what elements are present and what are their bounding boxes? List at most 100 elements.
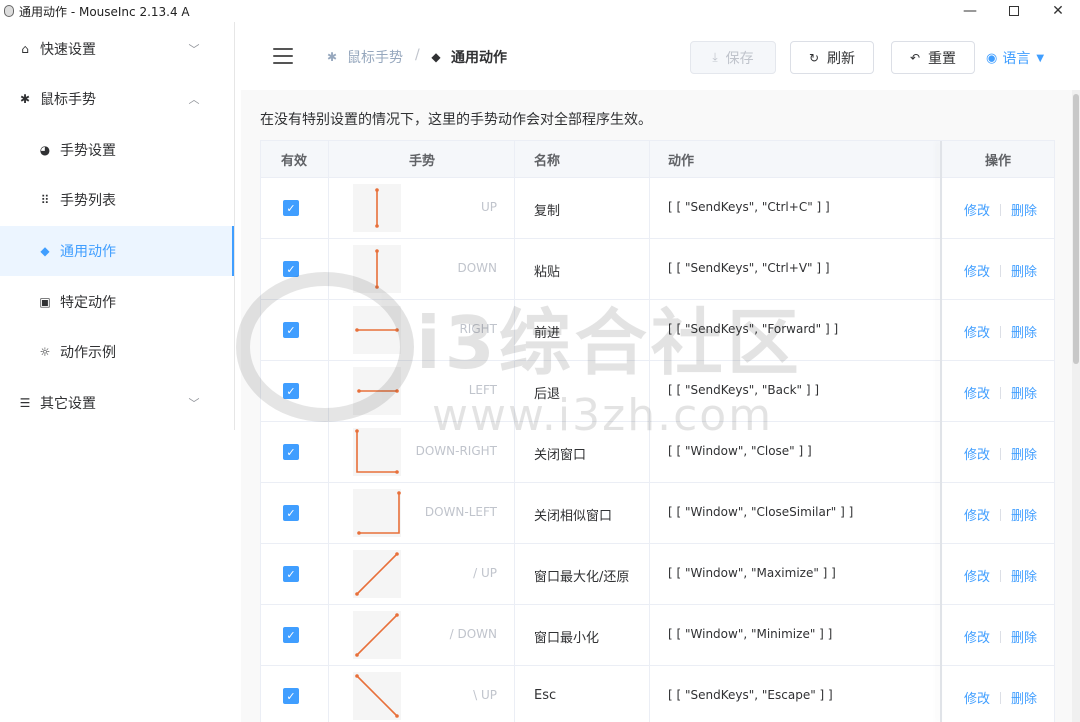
edit-link[interactable]: 修改 [964,261,990,280]
action-name: 后退 [534,387,561,402]
sidebar-item-label: 其它设置 [40,396,96,412]
action-command: [ [ "Window", "Maximize" ] ] [668,566,836,580]
enabled-checkbox[interactable]: ✓ [283,261,299,277]
refresh-button[interactable]: ↻ 刷新 [790,41,874,74]
delete-link[interactable]: 删除 [1011,627,1037,646]
edit-link[interactable]: 修改 [964,627,990,646]
delete-link[interactable]: 删除 [1011,505,1037,524]
download-icon: ⤓ [712,50,718,64]
window-title: 通用动作 - MouseInc 2.13.4 A [19,4,190,19]
minimize-button[interactable]: — [948,0,992,22]
delete-link[interactable]: 删除 [1011,322,1037,341]
sidebar-item-gesture-settings[interactable]: ◕ 手势设置 [0,125,234,175]
sidebar-item-label: 手势列表 [60,193,116,209]
row-ops: 修改 删除 [964,444,1037,463]
gesture-label: / DOWN [449,627,497,641]
sidebar-item-general-actions[interactable]: ◆ 通用动作 [0,226,234,276]
enabled-checkbox[interactable]: ✓ [283,566,299,582]
enabled-checkbox[interactable]: ✓ [283,322,299,338]
enabled-checkbox[interactable]: ✓ [283,688,299,704]
edit-link[interactable]: 修改 [964,322,990,341]
column-header-action: 动作 [668,154,695,169]
action-name: 关闭相似窗口 [534,509,613,524]
sidebar-item-action-examples[interactable]: ☼ 动作示例 [0,327,234,377]
sidebar-item-label: 鼠标手势 [40,92,96,108]
row-ops: 修改 删除 [964,627,1037,646]
chevron-up-icon: ︿ [188,93,200,106]
edit-link[interactable]: 修改 [964,383,990,402]
edit-link[interactable]: 修改 [964,505,990,524]
row-ops: 修改 删除 [964,688,1037,707]
sliders-icon: ☰ [19,396,31,410]
enabled-checkbox[interactable]: ✓ [283,627,299,643]
sidebar-item-label: 通用动作 [60,244,116,260]
column-header-gesture: 手势 [409,154,436,169]
sidebar-item-quick-settings[interactable]: ⌂ 快速设置 ﹀ [0,24,234,74]
action-name: 前进 [534,326,561,341]
page-description: 在没有特别设置的情况下，这里的手势动作会对全部程序生效。 [260,112,652,128]
column-header-ops: 操作 [985,154,1012,169]
reset-button[interactable]: ↶ 重置 [891,41,975,74]
edit-link[interactable]: 修改 [964,566,990,585]
language-dropdown[interactable]: ◉ 语言 ▼ [986,48,1044,68]
briefcase-icon: ▣ [39,295,51,309]
ops-separator [1000,386,1002,399]
row-ops: 修改 删除 [964,322,1037,341]
table-row: ✓ / DOWN 窗口最小化 [ [ "Window", "Minimize" ] ]… [261,605,1054,666]
sidebar-item-other-settings[interactable]: ☰ 其它设置 ﹀ [0,378,234,428]
sidebar: ⌂ 快速设置 ﹀ ✱ 鼠标手势 ︿ ◕ 手势设置 ⠿ 手势列表 ◆ 通用动作 ▣… [0,22,235,722]
enabled-checkbox[interactable]: ✓ [283,444,299,460]
delete-link[interactable]: 删除 [1011,688,1037,707]
column-divider [328,141,329,722]
delete-link[interactable]: 删除 [1011,383,1037,402]
edit-link[interactable]: 修改 [964,688,990,707]
sidebar-item-label: 快速设置 [40,42,96,58]
delete-link[interactable]: 删除 [1011,200,1037,219]
minimize-icon: — [963,3,977,19]
menu-toggle-icon[interactable] [273,48,293,64]
table-row: ✓ LEFT 后退 [ [ "SendKeys", "Back" ] ] 修改 删除 [261,361,1054,422]
maximize-button[interactable] [992,0,1036,22]
action-command: [ [ "SendKeys", "Forward" ] ] [668,322,839,336]
gesture-preview-icon [353,672,401,720]
check-icon: ✓ [286,262,296,276]
action-name: 窗口最大化/还原 [534,570,630,585]
gesture-preview-icon [353,550,401,598]
breadcrumb-item-mouse-gesture[interactable]: ✱ 鼠标手势 [325,47,403,67]
gesture-preview-icon [353,489,401,537]
grid-icon: ⠿ [40,193,50,207]
language-icon: ◉ [986,50,998,66]
enabled-checkbox[interactable]: ✓ [283,200,299,216]
close-button[interactable]: ✕ [1036,0,1080,22]
ops-separator [1000,447,1002,460]
cube-icon: ◆ [40,244,50,258]
sidebar-item-specific-actions[interactable]: ▣ 特定动作 [0,277,234,327]
edit-link[interactable]: 修改 [964,444,990,463]
gesture-preview-icon [353,306,401,354]
row-ops: 修改 删除 [964,566,1037,585]
edit-link[interactable]: 修改 [964,200,990,219]
sidebar-item-gesture-list[interactable]: ⠿ 手势列表 [0,175,234,225]
gesture-preview-icon [353,611,401,659]
check-icon: ✓ [286,689,296,703]
row-ops: 修改 删除 [964,505,1037,524]
check-icon: ✓ [286,506,296,520]
save-button[interactable]: ⤓ 保存 [690,41,776,74]
gesture-label: \ UP [473,688,497,702]
gear-icon: ✱ [326,50,338,64]
cube-icon: ◆ [431,50,441,64]
delete-link[interactable]: 删除 [1011,444,1037,463]
scrollbar-thumb[interactable] [1073,94,1079,364]
enabled-checkbox[interactable]: ✓ [283,383,299,399]
gesture-label: LEFT [468,383,497,397]
delete-link[interactable]: 删除 [1011,261,1037,280]
gesture-preview-icon [353,184,401,232]
sidebar-item-mouse-gesture[interactable]: ✱ 鼠标手势 ︿ [0,74,234,124]
enabled-checkbox[interactable]: ✓ [283,505,299,521]
ops-separator [1000,325,1002,338]
delete-link[interactable]: 删除 [1011,566,1037,585]
mouse-app-icon [4,5,14,17]
vertical-scrollbar[interactable] [1072,90,1080,722]
action-name: 复制 [534,204,561,219]
ops-separator [1000,264,1002,277]
